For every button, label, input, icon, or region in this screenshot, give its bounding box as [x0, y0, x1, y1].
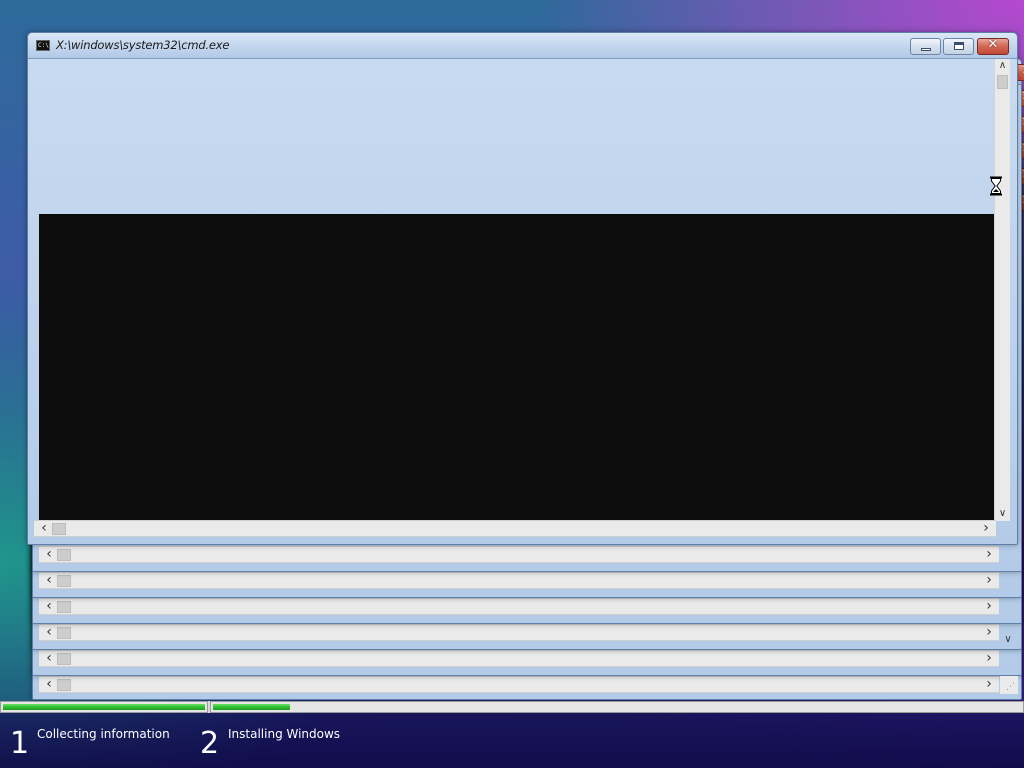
maximize-button[interactable] — [943, 38, 974, 55]
progress-fill — [213, 704, 291, 710]
minimize-button[interactable] — [910, 38, 941, 55]
chevron-left-icon[interactable]: ‹ — [41, 651, 57, 667]
horizontal-scrollbar[interactable]: ‹ › — [39, 624, 999, 641]
scrollbar-thumb[interactable] — [57, 601, 71, 613]
horizontal-scrollbar[interactable]: ‹ › — [34, 520, 996, 537]
chevron-right-icon[interactable]: › — [981, 625, 997, 641]
chevron-left-icon[interactable]: ‹ — [41, 625, 57, 641]
scrollbar-thumb[interactable] — [52, 523, 66, 535]
chevron-right-icon[interactable]: › — [981, 547, 997, 563]
close-button[interactable]: ✕ — [977, 37, 1009, 55]
chevron-down-icon[interactable]: ∨ — [995, 507, 1010, 521]
maximize-icon — [954, 42, 964, 50]
chevron-left-icon[interactable]: ‹ — [41, 547, 57, 563]
chevron-left-icon[interactable]: ‹ — [36, 521, 52, 537]
horizontal-scrollbar[interactable]: ‹ › — [39, 598, 999, 615]
horizontal-scrollbar[interactable]: ‹ › — [39, 546, 999, 563]
chevron-down-icon[interactable]: ∨ — [1000, 632, 1016, 648]
console-output[interactable] — [39, 214, 994, 521]
vertical-scrollbar[interactable]: ∧ ∨ — [994, 59, 1010, 521]
minimize-icon — [921, 48, 931, 51]
scrollbar-thumb[interactable] — [57, 627, 71, 639]
chevron-right-icon[interactable]: › — [981, 573, 997, 589]
progress-collecting-information — [0, 701, 208, 713]
scrollbar-thumb[interactable] — [997, 75, 1008, 89]
horizontal-scrollbar[interactable]: ‹ › — [39, 572, 999, 589]
chevron-right-icon[interactable]: › — [981, 599, 997, 615]
window-title: X:\windows\system32\cmd.exe — [56, 38, 230, 52]
hourglass-icon — [990, 176, 1002, 196]
scrollbar-thumb[interactable] — [57, 575, 71, 587]
scrollbar-thumb[interactable] — [57, 653, 71, 665]
chevron-right-icon[interactable]: › — [981, 677, 997, 693]
close-icon: ✕ — [987, 37, 999, 52]
horizontal-scrollbar[interactable]: ‹ › — [39, 650, 999, 667]
step-label-installing-windows: Installing Windows — [228, 727, 341, 741]
cmd-icon — [36, 40, 50, 51]
progress-installing-windows — [210, 701, 1024, 713]
progress-fill — [3, 704, 205, 710]
chevron-left-icon[interactable]: ‹ — [41, 573, 57, 589]
chevron-left-icon[interactable]: ‹ — [41, 599, 57, 615]
cmd-window-active[interactable]: X:\windows\system32\cmd.exe✕∧∨ — [27, 32, 1018, 545]
resize-grip[interactable]: ⋰ — [1000, 676, 1018, 694]
window-titlebar[interactable]: X:\windows\system32\cmd.exe ✕ — [28, 33, 1017, 59]
chevron-right-icon[interactable]: › — [978, 521, 994, 537]
scrollbar-thumb[interactable] — [57, 549, 71, 561]
step-number-2: 2 — [200, 726, 220, 761]
chevron-up-icon[interactable]: ∧ — [995, 59, 1010, 73]
step-label-collecting-information: Collecting information — [37, 727, 170, 741]
resize-grip-icon: ⋰ — [1006, 682, 1015, 692]
chevron-right-icon[interactable]: › — [981, 651, 997, 667]
step-number-1: 1 — [10, 726, 30, 761]
chevron-left-icon[interactable]: ‹ — [41, 677, 57, 693]
horizontal-scrollbar[interactable]: ‹ › — [39, 676, 999, 693]
scrollbar-thumb[interactable] — [57, 679, 71, 691]
